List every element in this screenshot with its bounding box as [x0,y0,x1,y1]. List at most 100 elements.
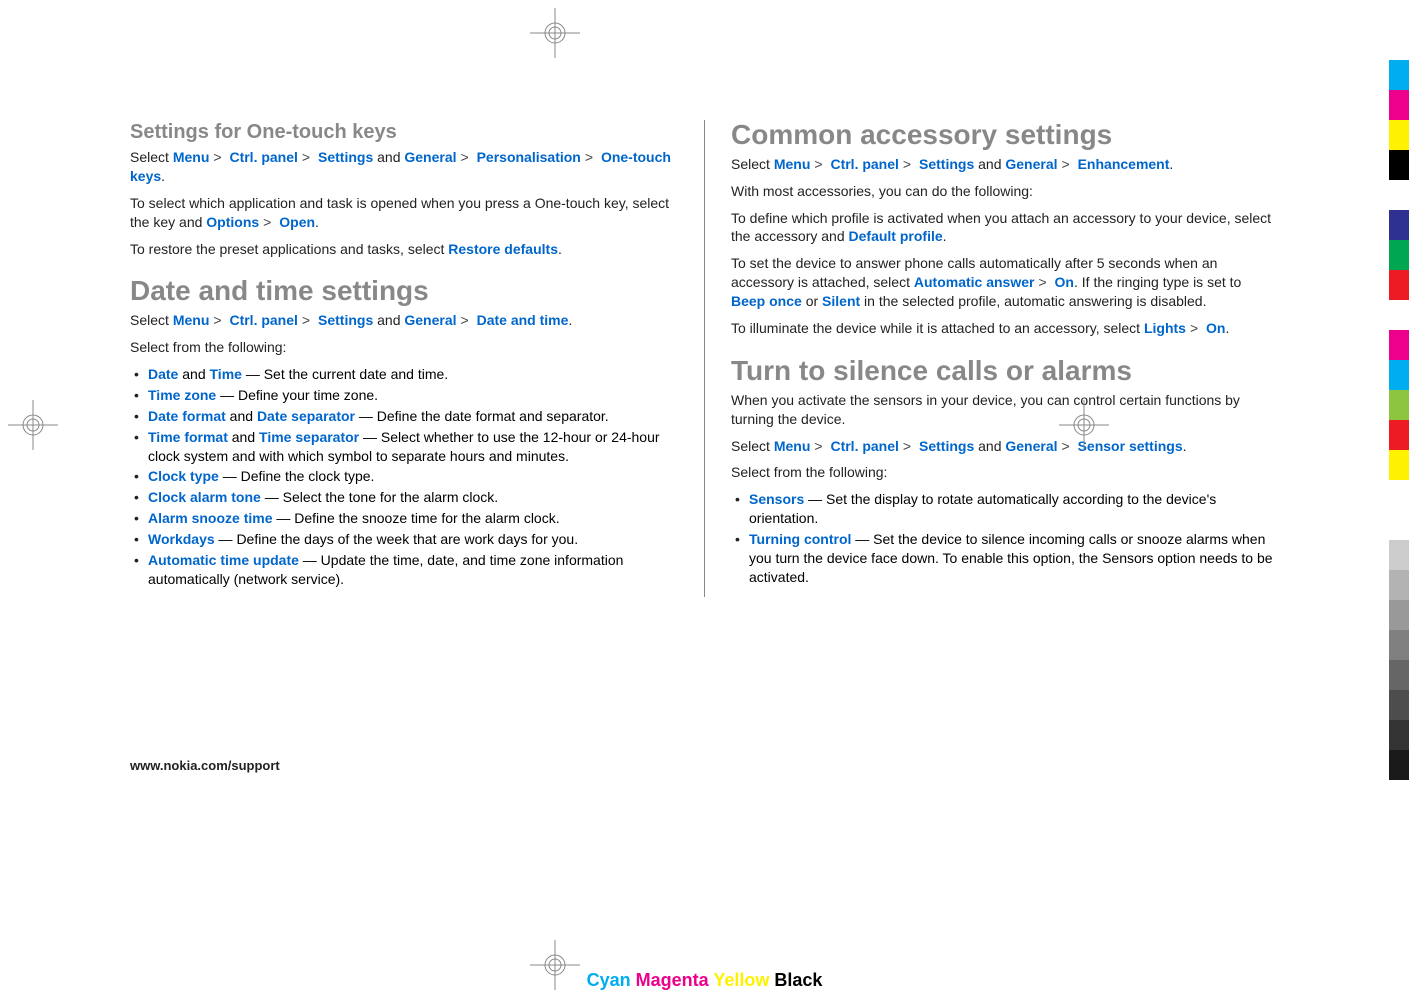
list-item: Turning control — Set the device to sile… [731,530,1279,587]
nav-link: Settings [318,149,373,165]
nav-link: General [404,312,456,328]
link-on: On [1206,320,1225,336]
option-link: Time separator [259,429,359,445]
color-swatch [1389,270,1409,300]
chevron-icon: > [457,149,473,165]
color-swatch [1389,150,1409,180]
select-from-text: Select from the following: [731,463,1279,482]
chevron-icon: > [899,438,915,454]
chevron-icon: > [899,156,915,172]
color-swatch [1389,360,1409,390]
option-link: Automatic time update [148,552,299,568]
nav-link: Settings [919,438,974,454]
nav-link: Ctrl. panel [830,156,898,172]
option-link: Time zone [148,387,216,403]
link-options: Options [206,214,259,230]
link-beep-once: Beep once [731,293,802,309]
section-heading-onetouch: Settings for One-touch keys [130,120,678,144]
footer-url: www.nokia.com/support [130,758,280,773]
nav-link: General [404,149,456,165]
color-swatch [1389,750,1409,780]
color-swatch [1389,90,1409,120]
option-link: Workdays [148,531,215,547]
nav-link: Enhancement [1078,156,1170,172]
option-link: Date [148,366,178,382]
chevron-icon: > [209,312,225,328]
color-swatch [1389,60,1409,90]
option-link: Date format [148,408,226,424]
chevron-icon: > [259,214,275,230]
section-heading-accessory: Common accessory settings [731,120,1279,151]
option-link: Turning control [749,531,851,547]
list-item: Time zone — Define your time zone. [130,386,678,405]
option-link: Clock alarm tone [148,489,261,505]
list-item: Time format and Time separator — Select … [130,428,678,466]
nav-link: Ctrl. panel [830,438,898,454]
link-silent: Silent [822,293,860,309]
option-link: Time [210,366,242,382]
link-on: On [1055,274,1074,290]
nav-link: Settings [318,312,373,328]
color-swatch [1389,330,1409,360]
list-item: Workdays — Define the days of the week t… [130,530,678,549]
link-open: Open [279,214,315,230]
color-swatch [1389,540,1409,570]
black-label: Black [774,970,822,990]
chevron-icon: > [810,156,826,172]
nav-link: Menu [774,438,811,454]
color-swatch [1389,570,1409,600]
sensor-options-list: Sensors — Set the display to rotate auto… [731,490,1279,586]
color-swatch [1389,630,1409,660]
nav-link: General [1005,438,1057,454]
list-item: Date and Time — Set the current date and… [130,365,678,384]
nav-link: General [1005,156,1057,172]
color-swatch [1389,480,1409,510]
list-item: Clock type — Define the clock type. [130,467,678,486]
document-page: Settings for One-touch keys Select Menu>… [0,0,1409,637]
nav-link: Date and time [477,312,569,328]
nav-link: Menu [173,149,210,165]
option-link: Time format [148,429,228,445]
option-link: Date separator [257,408,355,424]
link-lights: Lights [1144,320,1186,336]
right-column: Common accessory settings Select Menu> C… [731,120,1279,597]
two-column-layout: Settings for One-touch keys Select Menu>… [130,120,1279,597]
registration-mark-icon [530,8,580,63]
list-item: Clock alarm tone — Select the tone for t… [130,488,678,507]
yellow-label: Yellow [713,970,769,990]
paragraph: To define which profile is activated whe… [731,209,1279,247]
nav-link: Ctrl. panel [229,149,297,165]
paragraph: With most accessories, you can do the fo… [731,182,1279,201]
nav-link: Personalisation [477,149,581,165]
datetime-options-list: Date and Time — Set the current date and… [130,365,678,589]
magenta-label: Magenta [636,970,709,990]
color-swatch [1389,210,1409,240]
registration-mark-icon [8,400,58,455]
print-color-labels: Cyan Magenta Yellow Black [587,970,823,991]
chevron-icon: > [1058,156,1074,172]
color-swatch [1389,180,1409,210]
nav-path-sensor: Select Menu> Ctrl. panel> Settings and G… [731,437,1279,456]
paragraph: When you activate the sensors in your de… [731,391,1279,429]
color-swatch [1389,720,1409,750]
print-color-bars [1389,60,1409,780]
link-restore-defaults: Restore defaults [448,241,558,257]
list-item: Automatic time update — Update the time,… [130,551,678,589]
color-swatch [1389,660,1409,690]
color-swatch [1389,420,1409,450]
color-swatch [1389,690,1409,720]
column-divider [704,120,705,597]
left-column: Settings for One-touch keys Select Menu>… [130,120,678,597]
paragraph: To set the device to answer phone calls … [731,254,1279,311]
nav-path-datetime: Select Menu> Ctrl. panel> Settings and G… [130,311,678,330]
list-item: Alarm snooze time — Define the snooze ti… [130,509,678,528]
section-heading-turn-silence: Turn to silence calls or alarms [731,356,1279,387]
option-link: Clock type [148,468,219,484]
nav-path-accessory: Select Menu> Ctrl. panel> Settings and G… [731,155,1279,174]
link-default-profile: Default profile [849,228,943,244]
registration-mark-icon [1059,400,1109,455]
section-heading-datetime: Date and time settings [130,276,678,307]
chevron-icon: > [298,312,314,328]
color-swatch [1389,600,1409,630]
chevron-icon: > [209,149,225,165]
